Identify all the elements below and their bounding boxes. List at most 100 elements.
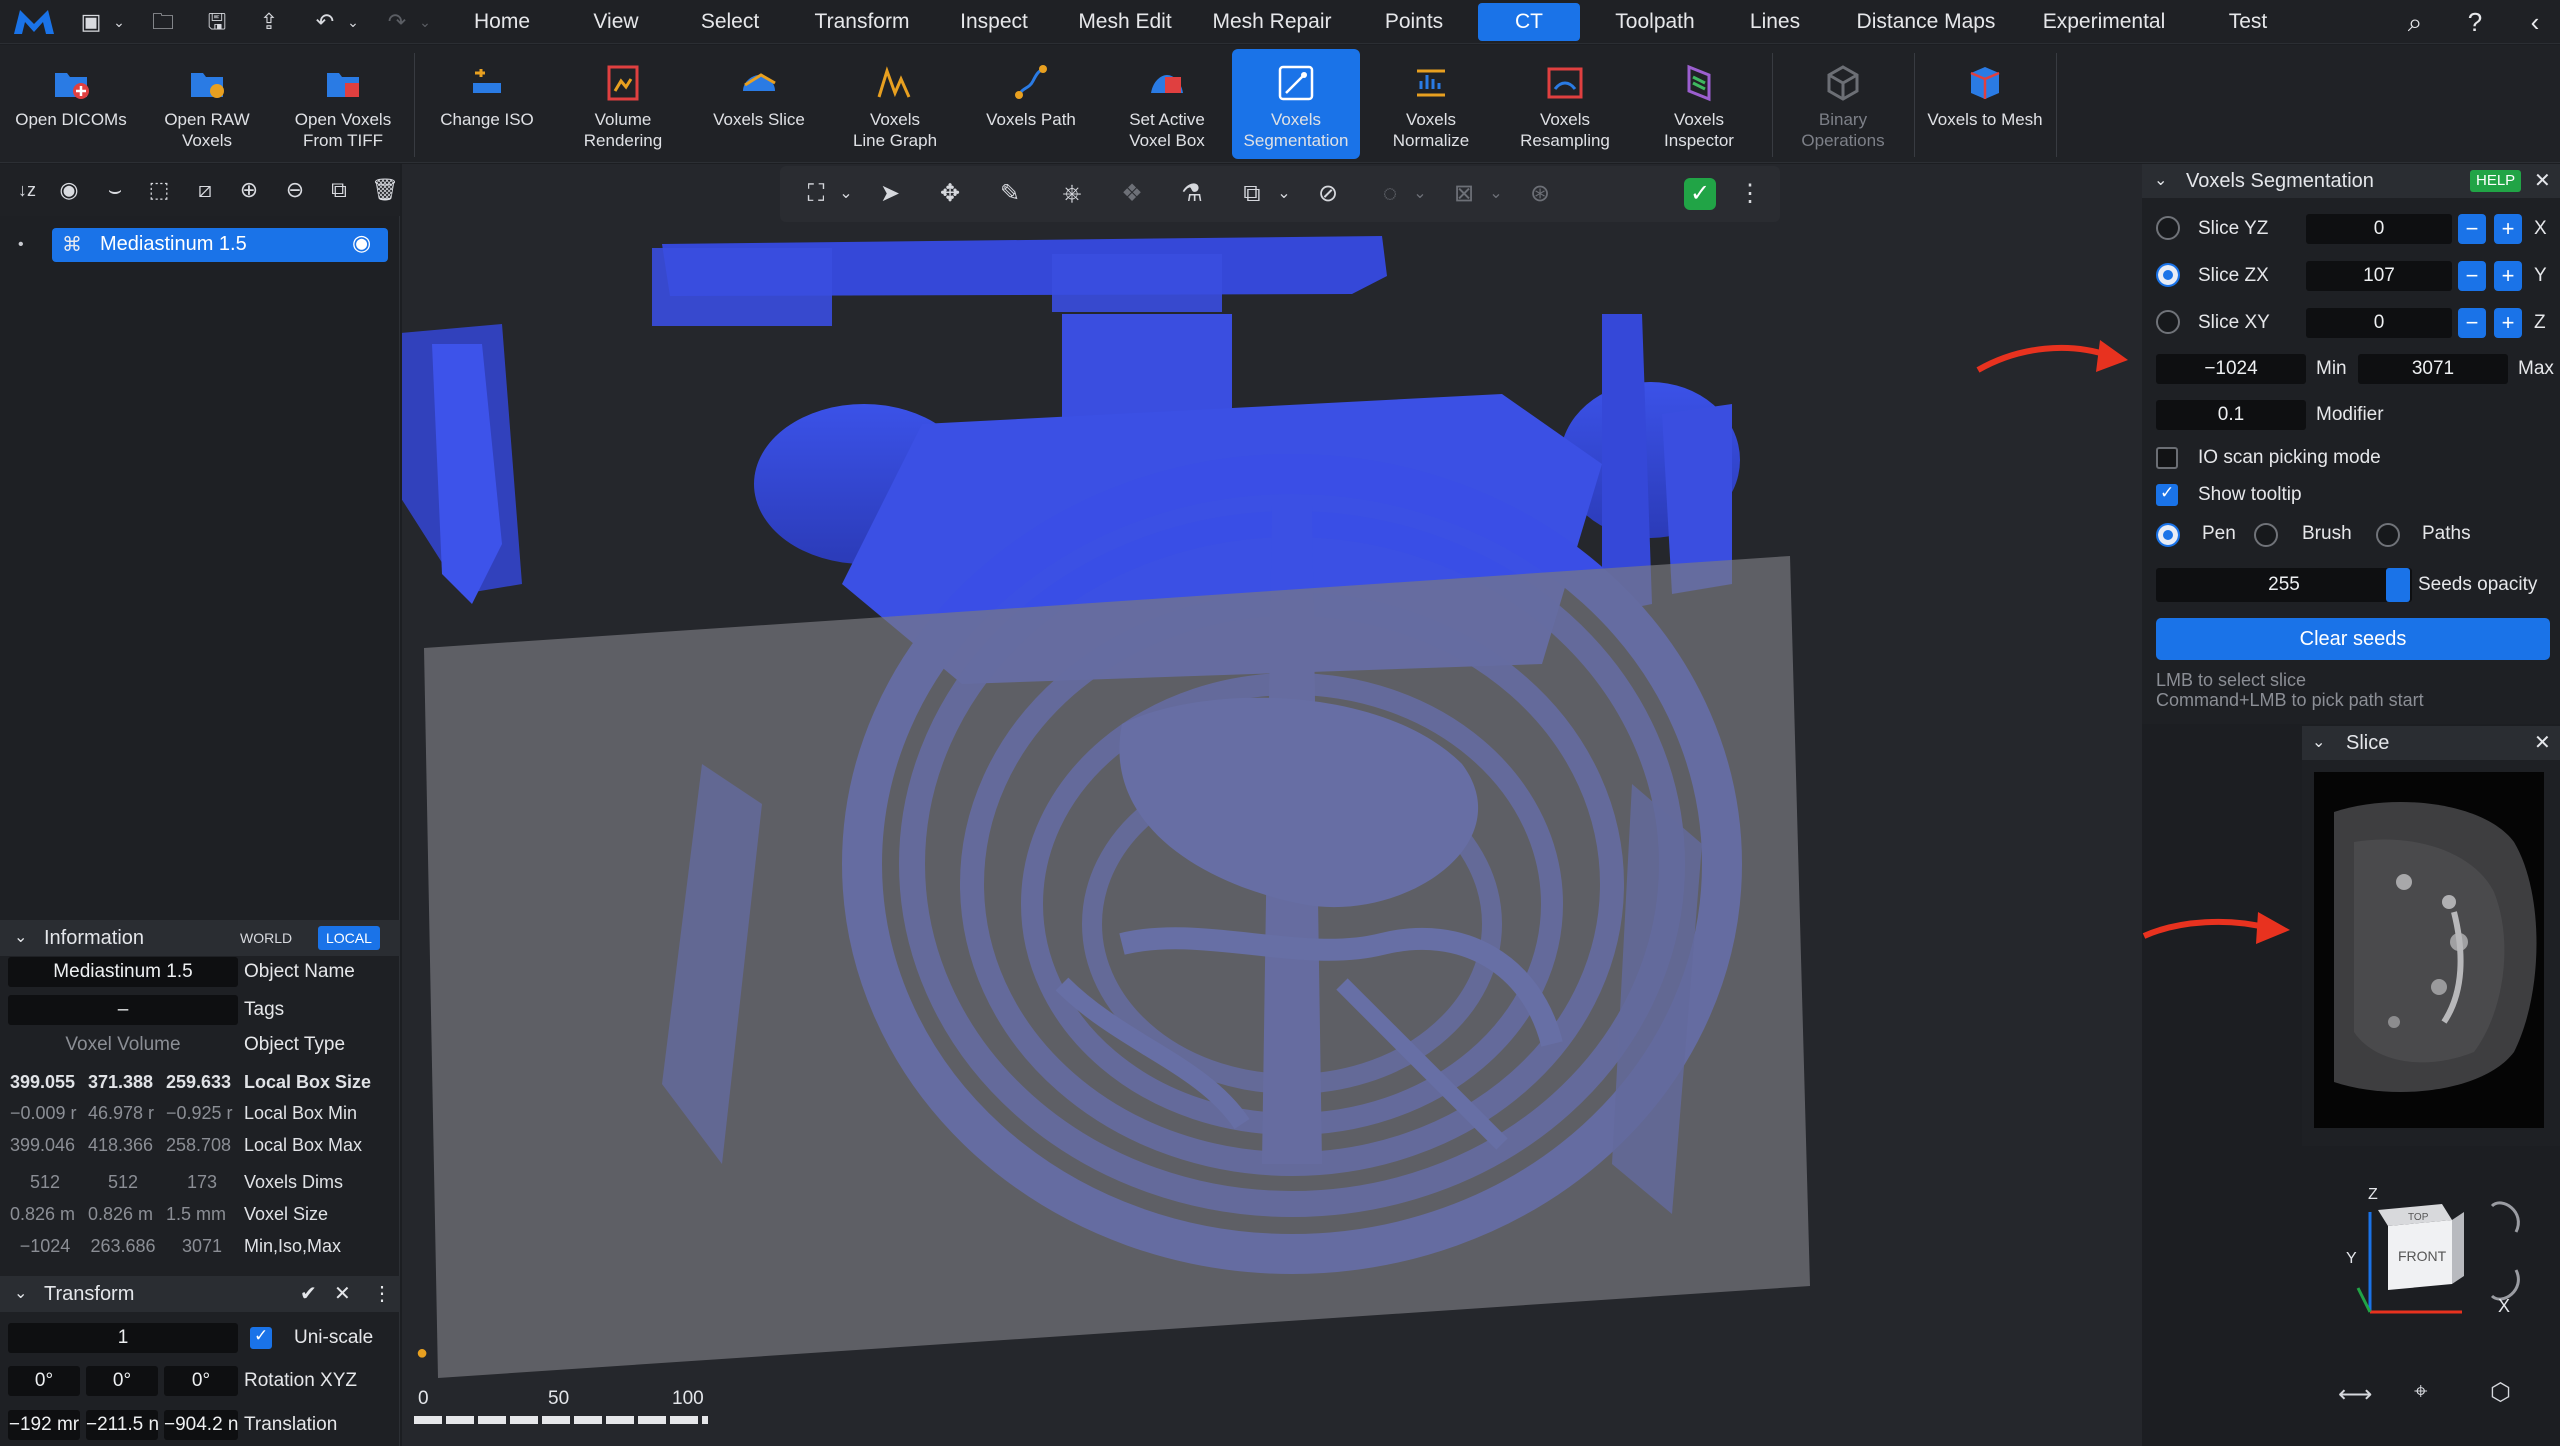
max-field[interactable]: 3071 bbox=[2358, 354, 2508, 384]
navigation-cube[interactable]: TOP FRONT Z Y X bbox=[2342, 1186, 2542, 1332]
box-select-icon[interactable]: ⊠ bbox=[1448, 178, 1480, 210]
slice-plane[interactable] bbox=[424, 556, 1810, 1378]
menu-test[interactable]: Test bbox=[2200, 0, 2296, 44]
export-icon[interactable]: ⇪ bbox=[254, 8, 284, 36]
uniscale-checkbox[interactable]: ✓ bbox=[250, 1326, 272, 1349]
voxels-to-mesh-button[interactable]: Voxels to Mesh bbox=[1920, 49, 2050, 159]
translation-x-field[interactable]: −192 mr bbox=[8, 1410, 80, 1440]
slice-zx-increment[interactable]: + bbox=[2494, 261, 2522, 291]
volume-rendering-button[interactable]: Volume Rendering bbox=[558, 49, 688, 159]
menu-select[interactable]: Select bbox=[690, 0, 770, 44]
menu-points[interactable]: Points bbox=[1368, 0, 1460, 44]
sort-icon[interactable]: ↓z bbox=[12, 176, 42, 204]
voxels-normalize-button[interactable]: Voxels Normalize bbox=[1366, 49, 1496, 159]
select-cursor-icon[interactable]: ➤ bbox=[874, 178, 906, 210]
voxels-path-button[interactable]: Voxels Path bbox=[966, 49, 1096, 159]
visibility-eye-icon[interactable]: ◉ bbox=[352, 230, 371, 256]
transform-header[interactable]: ⌄ Transform ✔ ✕ ⋮ bbox=[0, 1276, 400, 1312]
help-badge[interactable]: HELP bbox=[2470, 170, 2522, 192]
object-name-field[interactable]: Mediastinum 1.5 bbox=[8, 957, 238, 987]
app-logo-icon[interactable] bbox=[10, 6, 58, 38]
menu-mesh-edit[interactable]: Mesh Edit bbox=[1070, 0, 1180, 44]
menu-ct[interactable]: CT bbox=[1478, 3, 1580, 41]
clone-icon[interactable]: ⧉ bbox=[1236, 178, 1268, 210]
local-toggle[interactable]: LOCAL bbox=[318, 926, 380, 950]
set-active-voxel-box-button[interactable]: Set Active Voxel Box bbox=[1102, 49, 1232, 159]
save-icon[interactable]: 🖫 bbox=[202, 8, 232, 36]
menu-transform[interactable]: Transform bbox=[806, 0, 918, 44]
brush-radio[interactable] bbox=[2254, 523, 2278, 547]
slice-xy-field[interactable]: 0 bbox=[2306, 308, 2452, 338]
slice-header[interactable]: ⌄ Slice ✕ bbox=[2302, 726, 2560, 760]
chevron-down-icon[interactable]: ⌄ bbox=[1480, 178, 1512, 210]
slice-yz-increment[interactable]: + bbox=[2494, 214, 2522, 244]
open-folder-icon[interactable]: 🗀 bbox=[148, 8, 178, 36]
menu-home[interactable]: Home bbox=[462, 0, 542, 44]
open-voxels-tiff-button[interactable]: Open Voxels From TIFF bbox=[278, 49, 408, 159]
help-icon[interactable]: ? bbox=[2458, 6, 2492, 38]
tree-expand-dot[interactable]: • bbox=[18, 236, 24, 254]
modifier-field[interactable]: 0.1 bbox=[2156, 400, 2306, 430]
menu-mesh-repair[interactable]: Mesh Repair bbox=[1208, 0, 1336, 44]
voxels-slice-button[interactable]: Voxels Slice bbox=[694, 49, 824, 159]
reset-close-icon[interactable]: ✕ bbox=[334, 1276, 351, 1312]
voxels-resampling-button[interactable]: Voxels Resampling bbox=[1500, 49, 1630, 159]
menu-distance-maps[interactable]: Distance Maps bbox=[1844, 0, 2008, 44]
paths-radio[interactable] bbox=[2376, 523, 2400, 547]
slice-xy-decrement[interactable]: − bbox=[2458, 308, 2486, 338]
tree-item-mediastinum[interactable]: ⌘ Mediastinum 1.5 ◉ bbox=[52, 228, 388, 262]
pan-view-icon[interactable]: ⌖ bbox=[2414, 1378, 2428, 1406]
close-icon[interactable]: ✕ bbox=[2534, 726, 2551, 760]
rotation-z-field[interactable]: 0° bbox=[164, 1366, 238, 1396]
edit-object-icon[interactable]: ✎ bbox=[994, 178, 1026, 210]
slice-yz-field[interactable]: 0 bbox=[2306, 214, 2452, 244]
menu-experimental[interactable]: Experimental bbox=[2032, 0, 2176, 44]
light-icon[interactable]: ● bbox=[416, 1342, 428, 1365]
slice-yz-decrement[interactable]: − bbox=[2458, 214, 2486, 244]
rotate-icon[interactable]: ⎈ bbox=[1056, 178, 1088, 210]
tags-field[interactable]: – bbox=[8, 995, 238, 1025]
show-all-icon[interactable]: ◉ bbox=[54, 176, 84, 204]
redo-icon[interactable]: ↷ bbox=[382, 8, 412, 36]
voxels-inspector-button[interactable]: Voxels Inspector bbox=[1634, 49, 1764, 159]
slider-handle[interactable] bbox=[2386, 568, 2410, 602]
menu-lines[interactable]: Lines bbox=[1736, 0, 1814, 44]
material-icon[interactable]: ⚗ bbox=[1176, 178, 1208, 210]
apply-check-icon[interactable]: ✔ bbox=[300, 1276, 317, 1312]
rotation-x-field[interactable]: 0° bbox=[8, 1366, 80, 1396]
translation-z-field[interactable]: −904.2 n bbox=[164, 1410, 238, 1440]
search-icon[interactable]: ⌕ bbox=[2398, 6, 2432, 38]
information-header[interactable]: ⌄ Information WORLD LOCAL bbox=[0, 920, 400, 956]
io-scan-checkbox[interactable] bbox=[2156, 447, 2178, 469]
world-toggle[interactable]: WORLD bbox=[232, 926, 300, 950]
more-options-icon[interactable]: ⋮ bbox=[372, 1276, 392, 1312]
fit-view-icon[interactable]: ⛶ bbox=[800, 178, 832, 210]
disable-icon[interactable]: ⊛ bbox=[1524, 178, 1556, 210]
perspective-cube-icon[interactable]: ⬡ bbox=[2490, 1378, 2511, 1407]
binary-operations-button[interactable]: Binary Operations bbox=[1778, 49, 1908, 159]
translation-y-field[interactable]: −211.5 n bbox=[86, 1410, 158, 1440]
undo-dropdown-icon[interactable]: ⌄ bbox=[338, 8, 368, 36]
change-iso-button[interactable]: Change ISO bbox=[422, 49, 552, 159]
chevron-down-icon[interactable]: ⌄ bbox=[1268, 178, 1300, 210]
slice-zx-decrement[interactable]: − bbox=[2458, 261, 2486, 291]
ct-slice-image[interactable] bbox=[2314, 772, 2544, 1128]
seeds-opacity-slider[interactable]: 255 bbox=[2156, 568, 2412, 602]
open-dicoms-button[interactable]: Open DICOMs bbox=[6, 49, 136, 159]
chevron-down-icon[interactable]: ⌄ bbox=[104, 8, 134, 36]
clear-seeds-button[interactable]: Clear seeds bbox=[2156, 618, 2550, 660]
slice-zx-field[interactable]: 107 bbox=[2306, 261, 2452, 291]
menu-inspect[interactable]: Inspect bbox=[948, 0, 1040, 44]
select-all-icon[interactable]: ⬚ bbox=[144, 176, 174, 204]
move-down-icon[interactable]: ⊖ bbox=[280, 176, 310, 204]
more-options-icon[interactable]: ⋮ bbox=[1734, 178, 1766, 210]
min-field[interactable]: −1024 bbox=[2156, 354, 2306, 384]
duplicate-icon[interactable]: ⧉ bbox=[324, 176, 354, 204]
chevron-down-icon[interactable]: ⌄ bbox=[830, 178, 862, 210]
new-file-icon[interactable]: ▣ bbox=[76, 8, 106, 36]
redo-dropdown-icon[interactable]: ⌄ bbox=[410, 8, 440, 36]
menu-view[interactable]: View bbox=[578, 0, 654, 44]
close-icon[interactable]: ✕ bbox=[2534, 164, 2551, 198]
ct-volume-render[interactable] bbox=[402, 164, 2142, 1446]
slice-zx-radio[interactable] bbox=[2156, 263, 2180, 287]
